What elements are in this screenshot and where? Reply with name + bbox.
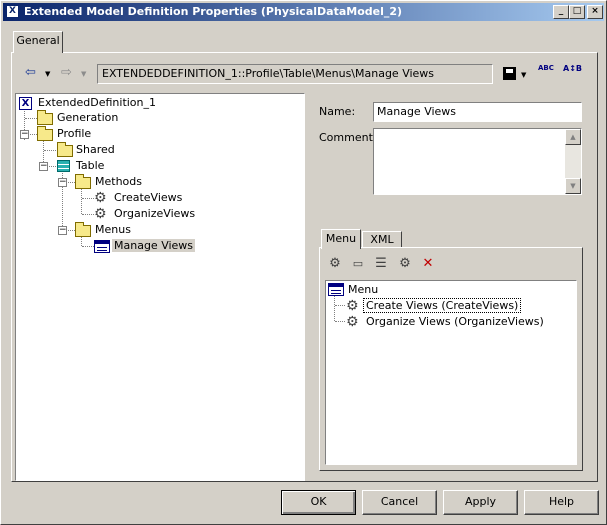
save-dropdown-icon[interactable]: ▼ [521,71,526,79]
tree-item-label: CreateViews [114,191,183,204]
tree-item-shared[interactable]: Shared [74,142,117,158]
properties-window: X Extended Model Definition Properties (… [0,0,607,525]
comment-label: Comment: [319,131,377,144]
folder-icon [75,174,91,189]
folder-icon [75,222,91,237]
delete-icon[interactable]: ✕ [419,255,437,273]
menu-root-item[interactable]: Menu [346,282,380,298]
help-button[interactable]: Help [524,490,599,515]
method-gear-icon: ⚙ [94,206,107,222]
back-arrow-icon[interactable]: ⇦ [25,66,36,80]
pane-splitter[interactable] [305,93,309,481]
maximize-button[interactable]: □ [569,5,585,19]
definition-tree[interactable]: X ExtendedDefinition_1 Generation − Prof… [15,93,305,481]
name-field[interactable]: Manage Views [373,102,582,122]
folder-icon [37,126,53,141]
method-gear-icon: ⚙ [94,190,107,206]
apply-button[interactable]: Apply [443,490,518,515]
tree-item-label: Table [76,159,105,172]
tree-item-createviews[interactable]: CreateViews [112,190,184,206]
tree-item-extendeddefinition[interactable]: ExtendedDefinition_1 [36,95,158,111]
tree-item-table[interactable]: Table [74,158,106,174]
tree-item-methods[interactable]: Methods [93,174,144,190]
add-command-icon[interactable]: ⚙ [326,255,344,273]
window-title: Extended Model Definition Properties (Ph… [24,5,403,18]
menu-item-create-views[interactable]: Create Views (CreateViews) [362,298,522,314]
object-path-field: EXTENDEDDEFINITION_1::Profile\Table\Menu… [97,64,493,84]
tree-item-label: Manage Views [112,239,196,252]
title-bar[interactable]: X Extended Model Definition Properties (… [3,3,604,21]
collapse-profile-toggle[interactable]: − [20,130,29,139]
collapse-menus-toggle[interactable]: − [58,226,67,235]
scroll-down-icon[interactable]: ▼ [565,178,581,194]
tree-item-label: Profile [57,127,92,140]
tree-item-profile[interactable]: Profile [55,126,93,142]
tree-item-label: Menus [95,223,131,236]
tree-item-label: Shared [76,143,115,156]
tree-item-label: Methods [95,175,142,188]
collapse-methods-toggle[interactable]: − [58,178,67,187]
comment-scrollbar[interactable]: ▲ ▼ [565,129,581,194]
save-icon[interactable] [503,67,516,80]
add-submenu-icon[interactable]: ▭ [349,255,367,273]
minimize-button[interactable]: _ [553,5,569,19]
back-dropdown-icon[interactable]: ▼ [45,70,50,78]
table-icon [57,160,70,172]
spell-check-icon[interactable]: ABC [538,64,554,72]
name-label: Name: [319,105,356,118]
menu-root-label: Menu [348,283,379,296]
menu-item-organize-views[interactable]: Organize Views (OrganizeViews) [364,314,546,330]
extended-definition-icon: X [19,97,32,110]
ok-button[interactable]: OK [281,490,356,515]
tree-item-generation[interactable]: Generation [55,110,120,126]
cancel-button[interactable]: Cancel [362,490,437,515]
model-icon: X [6,5,19,18]
tab-xml[interactable]: XML [362,231,402,248]
tab-general[interactable]: General [13,31,63,53]
add-separator-icon[interactable]: ☰ [372,255,390,273]
command-gear-icon: ⚙ [346,314,359,330]
menu-root-icon [328,283,344,296]
menu-icon [94,240,110,253]
folder-icon [37,110,53,125]
sort-icon[interactable]: A↕B [563,64,582,74]
tree-item-label: Generation [57,111,119,124]
scroll-up-icon[interactable]: ▲ [565,129,581,145]
tree-item-manage-views[interactable]: Manage Views [112,238,196,254]
forward-dropdown-icon[interactable]: ▼ [81,70,86,78]
menu-item-label: Organize Views (OrganizeViews) [366,315,544,328]
collapse-table-toggle[interactable]: − [39,162,48,171]
close-button[interactable]: × [587,5,603,19]
menu-item-label: Create Views (CreateViews) [362,298,522,313]
comment-field[interactable]: ▲ ▼ [373,128,582,195]
properties-icon[interactable]: ⚙ [396,255,414,273]
tree-item-menus[interactable]: Menus [93,222,133,238]
menu-items-tree[interactable]: Menu ⚙ Create Views (CreateViews) ⚙ Orga… [325,280,577,465]
tab-menu[interactable]: Menu [321,229,361,249]
command-gear-icon: ⚙ [346,298,359,314]
tree-item-label: OrganizeViews [114,207,196,220]
forward-arrow-icon[interactable]: ⇨ [61,66,72,80]
tree-item-label: ExtendedDefinition_1 [38,96,157,109]
tree-item-organizeviews[interactable]: OrganizeViews [112,206,197,222]
folder-icon [57,142,73,157]
